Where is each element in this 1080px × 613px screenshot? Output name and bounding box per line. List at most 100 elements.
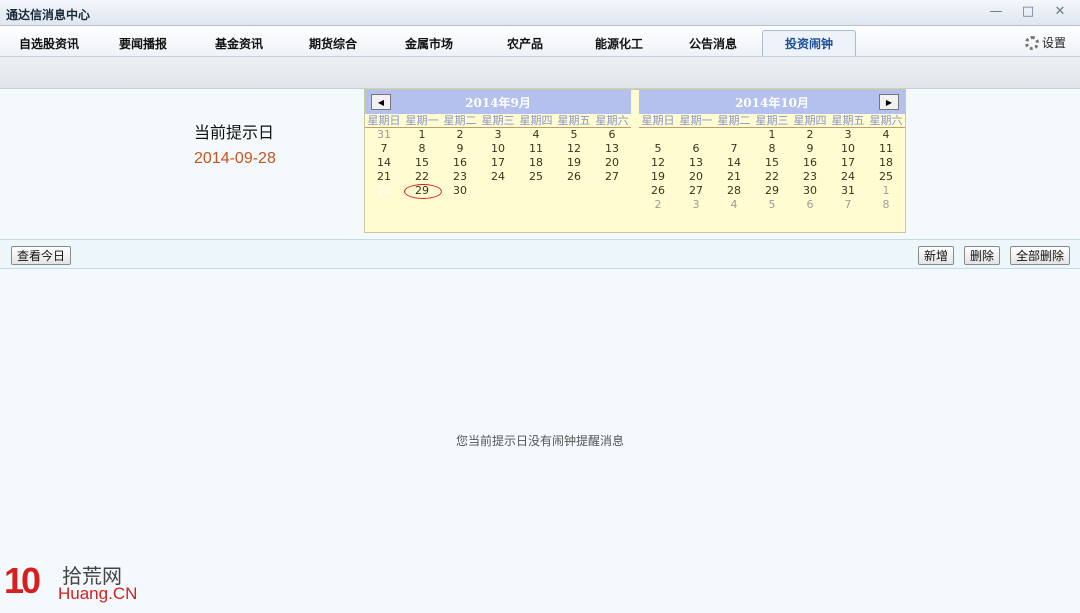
calendar-day[interactable]: 4 [867,128,905,142]
calendar-day[interactable]: 14 [365,156,403,170]
calendar-day[interactable]: 12 [639,156,677,170]
calendar-day[interactable]: 28 [365,184,403,198]
calendar-day[interactable]: 20 [593,156,631,170]
calendar-day[interactable]: 1 [753,128,791,142]
calendar-day[interactable]: 15 [753,156,791,170]
calendar-day[interactable]: 3 [829,128,867,142]
calendar-day[interactable]: 18 [867,156,905,170]
calendar-day[interactable]: 12 [555,142,593,156]
calendar-day[interactable]: 2 [441,128,479,142]
calendar-day[interactable]: 31 [365,128,403,142]
calendar-day[interactable]: 3 [677,198,715,212]
weekday-label: 星期日 [641,114,675,127]
weekday-label: 星期五 [831,114,865,127]
calendar-day[interactable]: 16 [441,156,479,170]
calendar-day[interactable]: 25 [867,170,905,184]
calendar-day[interactable]: 1 [867,184,905,198]
calendar-day[interactable]: 8 [753,142,791,156]
alarm-list-area: 您当前提示日没有闹钟提醒消息 [0,269,1080,613]
calendar-day[interactable]: 4 [715,198,753,212]
view-today-button[interactable]: 查看今日 [11,246,72,265]
calendar-day[interactable]: 5 [753,198,791,212]
calendar-day[interactable]: 25 [517,170,555,184]
tab-energy-chemical[interactable]: 能源化工 [578,30,660,56]
calendar-day[interactable]: 8 [403,142,441,156]
tab-fund-news[interactable]: 基金资讯 [198,30,280,56]
calendar-day[interactable]: 30 [441,184,479,198]
calendar-day[interactable]: 14 [715,156,753,170]
tab-headlines[interactable]: 要闻播报 [102,30,184,56]
calendar-day[interactable]: 9 [441,142,479,156]
minimize-button[interactable]: — [982,2,1010,20]
calendar-day[interactable]: 26 [639,184,677,198]
calendar-day[interactable]: 24 [829,170,867,184]
calendar-day[interactable]: 2 [639,198,677,212]
calendar-day[interactable]: 22 [753,170,791,184]
delete-button[interactable]: 删除 [964,246,1001,265]
close-button[interactable]: ✕ [1046,2,1074,20]
calendar-day[interactable]: 2 [791,128,829,142]
calendar-day[interactable]: 20 [677,170,715,184]
actions-bar: 查看今日 新增 删除 全部删除 [0,239,1080,269]
calendar-day[interactable]: 19 [639,170,677,184]
tab-investment-alarm[interactable]: 投资闹钟 [762,30,856,56]
calendar-day[interactable]: 10 [829,142,867,156]
calendar-day[interactable]: 27 [677,184,715,198]
calendar-day[interactable]: 21 [365,170,403,184]
calendar-day[interactable]: 27 [593,170,631,184]
tab-announcements[interactable]: 公告消息 [672,30,754,56]
calendar-day[interactable]: 22 [403,170,441,184]
calendar-day[interactable]: 13 [677,156,715,170]
tab-metals[interactable]: 金属市场 [388,30,470,56]
calendar-day[interactable]: 23 [441,170,479,184]
calendar-day[interactable]: 23 [791,170,829,184]
calendar-day[interactable]: 1 [403,128,441,142]
calendar-day[interactable]: 19 [555,156,593,170]
prev-month-button[interactable]: ◀ [371,94,391,110]
toolbar-strip [0,57,1080,89]
watermark-logo: 10 拾荒网 Huang.CN [4,558,144,608]
calendar-day[interactable]: 29 [753,184,791,198]
calendar-day[interactable]: 28 [715,184,753,198]
add-button[interactable]: 新增 [918,246,955,265]
tab-agriculture[interactable]: 农产品 [484,30,566,56]
weekday-label: 星期四 [519,114,553,127]
weekday-label: 星期三 [481,114,515,127]
calendar-day[interactable]: 6 [593,128,631,142]
calendar-day[interactable]: 6 [791,198,829,212]
weekday-label: 星期六 [869,114,903,127]
tab-stock-news[interactable]: 自选股资讯 [6,30,92,56]
maximize-button[interactable]: □ [1014,2,1042,20]
calendar-day[interactable]: 7 [715,142,753,156]
settings-label: 设置 [1041,36,1066,50]
calendar-day[interactable]: 31 [829,184,867,198]
delete-all-button[interactable]: 全部删除 [1010,246,1071,265]
calendar-day[interactable]: 7 [829,198,867,212]
calendar-day[interactable]: 11 [867,142,905,156]
calendar-day[interactable]: 16 [791,156,829,170]
calendar-day[interactable]: 17 [829,156,867,170]
calendar-day[interactable]: 6 [677,142,715,156]
calendar-day[interactable]: 7 [365,142,403,156]
calendar-day[interactable]: 17 [479,156,517,170]
calendar-day[interactable]: 29 [403,184,442,199]
calendar-day[interactable]: 13 [593,142,631,156]
calendar-day[interactable]: 11 [517,142,555,156]
calendar-day[interactable]: 15 [403,156,441,170]
settings-button[interactable]: 设置 [1024,34,1066,51]
calendar-day[interactable]: 5 [639,142,677,156]
calendar-day[interactable]: 24 [479,170,517,184]
calendar-day[interactable]: 4 [517,128,555,142]
calendar-day[interactable]: 9 [791,142,829,156]
calendar-day[interactable]: 21 [715,170,753,184]
tab-futures[interactable]: 期货综合 [292,30,374,56]
calendar-day[interactable]: 18 [517,156,555,170]
calendar-day[interactable]: 8 [867,198,905,212]
calendar-day[interactable]: 30 [791,184,829,198]
calendar-title: 2014年10月 [734,95,810,110]
next-month-button[interactable]: ▶ [879,94,899,110]
calendar-day[interactable]: 26 [555,170,593,184]
calendar-day[interactable]: 10 [479,142,517,156]
calendar-day[interactable]: 3 [479,128,517,142]
calendar-day[interactable]: 5 [555,128,593,142]
